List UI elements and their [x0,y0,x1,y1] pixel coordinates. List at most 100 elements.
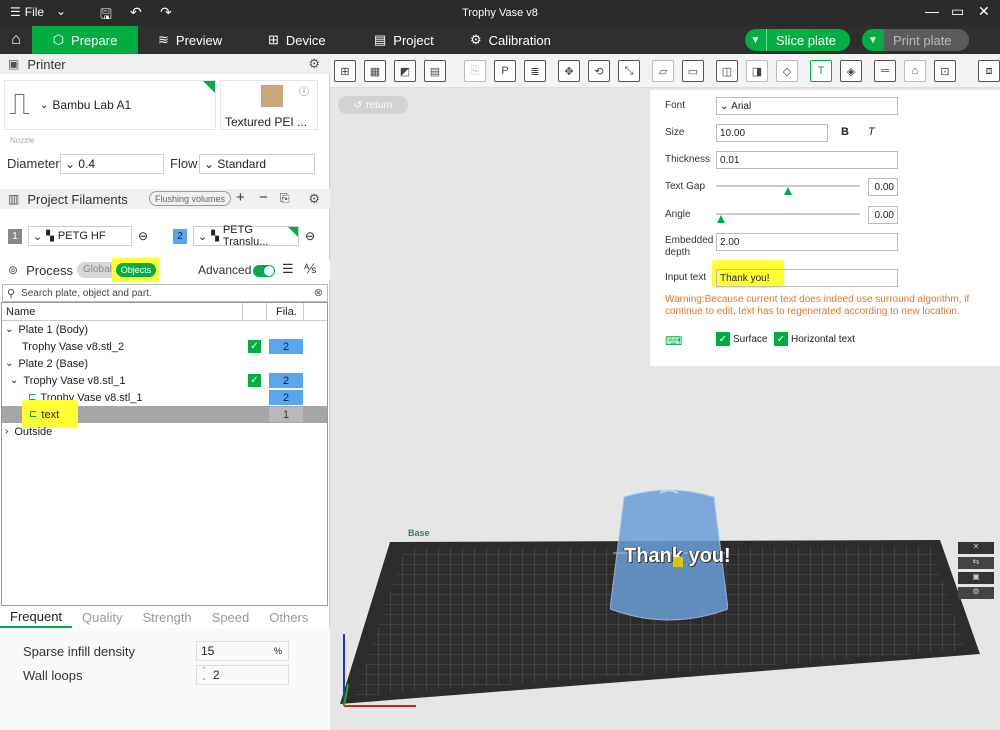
settings-icon[interactable]: ⚙ [958,587,994,599]
list-icon[interactable]: ☰ [282,261,294,277]
bold-button[interactable]: B [841,126,849,138]
tree-row-outside[interactable]: › Outside [2,423,327,440]
gear-icon[interactable]: ⚙ [308,56,320,72]
viewport-toolbar: ⊞ ▦ ◩ ▤ ⎘ P ≣ ✥ ⟲ ⤡ ▱ ▭ ◫ ◨ ◇ T ◈ ═ ⌂ ⊡ … [330,54,1000,88]
vase-model[interactable]: Thank you! [609,489,731,629]
search-input[interactable]: ⚲ Search plate, object and part. ⊗ [2,284,328,302]
compare-icon[interactable]: ⅍ [304,261,316,276]
more-options-icon[interactable]: ⊖ [138,229,148,243]
3d-viewport[interactable]: ⊞ ▦ ◩ ▤ ⎘ P ≣ ✥ ⟲ ⤡ ▱ ▭ ◫ ◨ ◇ T ◈ ═ ⌂ ⊡ … [330,54,1000,730]
flushing-volumes-button[interactable]: Flushing volumes [149,191,232,206]
tree-row-plate-2[interactable]: ⌄ Plate 2 (Base) [2,355,327,372]
wall-loops-stepper[interactable]: ⌃ ⌄ 2 [196,665,289,685]
add-plate-icon[interactable]: ◩ [394,60,416,82]
tab-project[interactable]: ▤ Project [374,26,434,54]
view-cube-icon[interactable]: ⧈ [978,60,1000,82]
global-option[interactable]: Global [83,264,112,275]
gear-icon[interactable]: ⚙ [308,191,320,207]
text-gap-slider-thumb[interactable] [784,187,792,195]
measure-icon[interactable]: ═ [874,60,896,82]
more-options-icon[interactable]: ⊖ [305,229,315,243]
plate-layout-icon[interactable]: ▤ [424,60,446,82]
diameter-select[interactable]: ⌄ 0.4 [60,154,164,174]
size-input[interactable]: 10.00 [716,124,828,142]
filament-spool-icon: ▚ [46,230,54,242]
input-text-field[interactable]: Thank you! [716,269,898,287]
boolean-icon[interactable]: ◨ [746,60,768,82]
tab-others[interactable]: Others [259,606,318,628]
font-select[interactable]: ⌄ Arial [716,97,898,115]
italic-button[interactable]: T [868,126,875,138]
rotate-icon[interactable]: ⟲ [588,60,610,82]
keyboard-icon[interactable]: ⌨ [665,334,682,348]
surface-checkbox[interactable]: ✓ Surface [716,332,767,346]
filament-select[interactable]: ⌄ ▚ PETG HF [28,226,132,246]
tree-row-text-selected[interactable]: ⊏ text 1 [2,400,327,428]
printer-selector[interactable]: ⎍ ⌄ Bambu Lab A1 [4,80,216,130]
layers-icon[interactable]: ≣ [524,60,546,82]
close-icon[interactable]: ✕ [978,3,990,20]
text-gap-input[interactable]: 0.00 [868,178,898,196]
maximize-icon[interactable]: ▭ [951,3,964,20]
tree-row-object[interactable]: ⌄ Trophy Vase v8.stl_1 ✓ 2 [2,372,327,389]
text-handle[interactable] [673,557,683,567]
tab-quality[interactable]: Quality [72,606,132,628]
chevron-down-icon[interactable]: ▼ [862,29,884,51]
checkbox-icon[interactable]: ✓ [248,340,261,353]
tab-device[interactable]: ⊞ Device [268,26,326,54]
embedded-depth-input[interactable]: 2.00 [716,233,898,251]
clear-icon[interactable]: ⊗ [314,286,323,299]
add-icon[interactable]: + [236,189,245,206]
tab-speed[interactable]: Speed [202,606,260,628]
move-icon[interactable]: ✥ [558,60,580,82]
arrange-icon[interactable]: ⇆ [958,557,994,569]
close-icon[interactable]: ✕ [958,542,994,554]
add-object-icon[interactable]: ⊞ [334,60,356,82]
stepper-arrows-icon[interactable]: ⌃ ⌄ [201,667,207,683]
flow-select[interactable]: ⌄ Standard [199,154,315,174]
grid-add-icon[interactable]: ▦ [364,60,386,82]
filament-slot-2[interactable]: 2 ⌄ ▚ PETG Translu... ⊖ [173,224,315,248]
checkbox-icon[interactable]: ✓ [248,374,261,387]
filament-slot-1[interactable]: 1 ⌄ ▚ PETG HF ⊖ [8,226,148,246]
home-icon[interactable]: ⌂ [0,26,32,54]
emboss-icon[interactable]: ⌂ [904,60,926,82]
angle-input[interactable]: 0.00 [868,206,898,224]
filament-select[interactable]: ⌄ ▚ PETG Translu... [193,224,299,248]
split-icon[interactable]: ▭ [682,60,704,82]
tab-prepare[interactable]: ⬡ Prepare [32,26,138,54]
support-icon[interactable]: ◇ [776,60,798,82]
tab-frequent[interactable]: Frequent [0,606,73,628]
angle-slider-thumb[interactable] [717,215,725,223]
paste-icon[interactable]: P [494,60,516,82]
copy-icon[interactable]: ⎘ [464,60,486,82]
infill-density-input[interactable]: 15% [196,641,289,661]
cut-icon[interactable]: ◫ [716,60,738,82]
objects-option[interactable]: Objects [116,263,156,277]
angle-slider[interactable] [716,213,860,215]
scale-icon[interactable]: ⤡ [618,60,640,82]
plate-selector[interactable]: ⓘ Textured PEI ... [220,80,318,130]
sync-icon[interactable]: ⎘ [280,191,290,206]
remove-icon[interactable]: − [259,189,268,206]
print-plate-button[interactable]: ▼ Print plate [862,29,969,51]
text-tool-icon[interactable]: T [810,60,832,82]
chevron-down-icon[interactable]: ▼ [745,29,767,51]
horizontal-text-checkbox[interactable]: ✓ Horizontal text [774,332,855,346]
tree-row-object[interactable]: Trophy Vase v8.stl_2 ✓ 2 [2,338,327,355]
slice-plate-button[interactable]: ▼ Slice plate [745,29,850,51]
return-button[interactable]: ↺ return [338,96,408,114]
thickness-input[interactable]: 0.01 [716,151,898,169]
chevron-right-icon: › [5,426,9,437]
paint-icon[interactable]: ◈ [840,60,862,82]
advanced-toggle[interactable] [253,265,275,277]
info-icon[interactable]: ⓘ [299,83,309,98]
lock-icon[interactable]: ▣ [958,572,994,584]
tab-calibration[interactable]: ⚙ Calibration [470,26,551,54]
tree-row-plate-1[interactable]: ⌄ Plate 1 (Body) [2,321,327,338]
minimize-icon[interactable]: — [925,3,939,19]
tab-strength[interactable]: Strength [133,606,202,628]
lay-flat-icon[interactable]: ▱ [652,60,674,82]
tab-preview[interactable]: ≋ Preview [158,26,222,54]
assembly-icon[interactable]: ⊡ [934,60,956,82]
